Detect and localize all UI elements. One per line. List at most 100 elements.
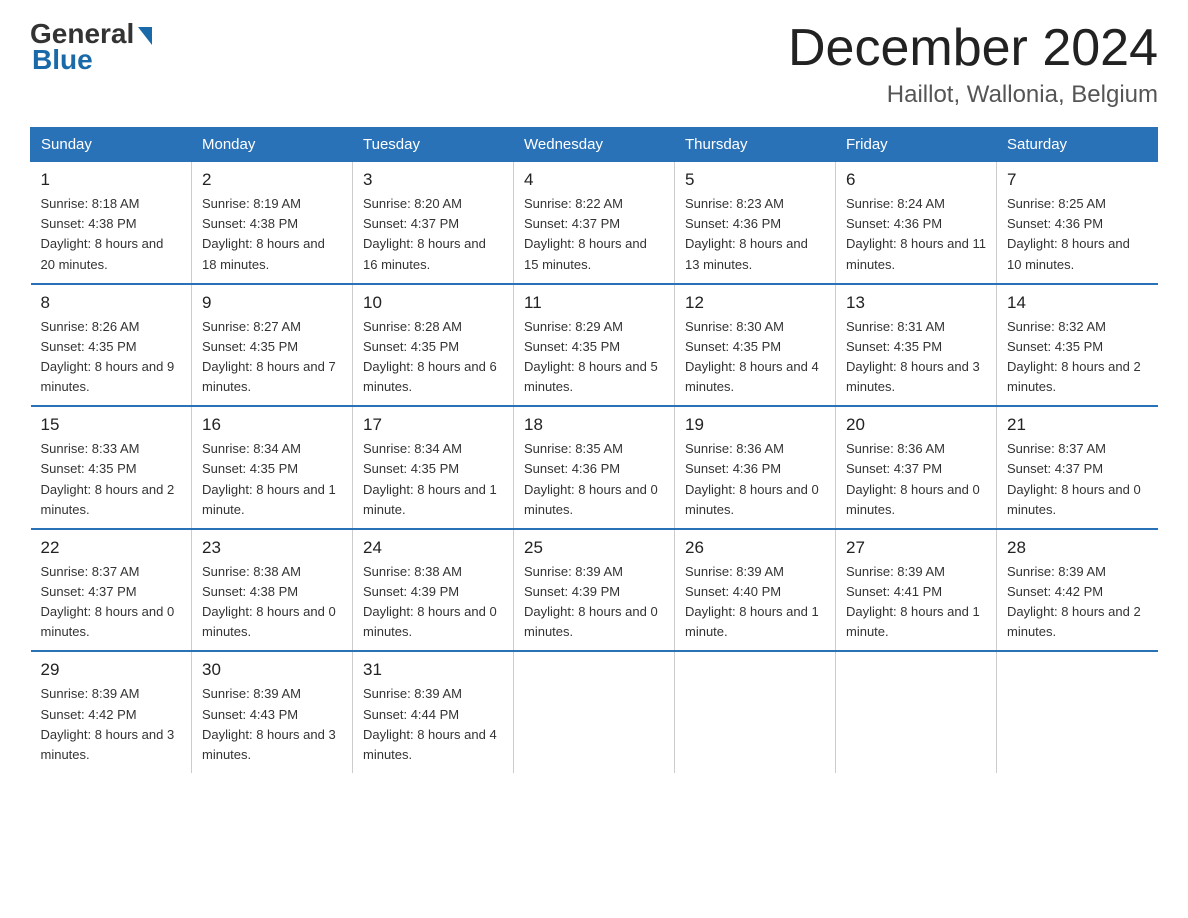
day-info: Sunrise: 8:39 AMSunset: 4:43 PMDaylight:… [202,686,336,761]
day-number: 6 [846,170,986,190]
day-number: 18 [524,415,664,435]
day-number: 25 [524,538,664,558]
month-year-title: December 2024 [788,20,1158,77]
day-info: Sunrise: 8:25 AMSunset: 4:36 PMDaylight:… [1007,196,1130,271]
day-info: Sunrise: 8:34 AMSunset: 4:35 PMDaylight:… [202,441,336,516]
day-info: Sunrise: 8:19 AMSunset: 4:38 PMDaylight:… [202,196,325,271]
day-number: 13 [846,293,986,313]
day-info: Sunrise: 8:24 AMSunset: 4:36 PMDaylight:… [846,196,986,271]
calendar-header-row: SundayMondayTuesdayWednesdayThursdayFrid… [31,128,1158,162]
day-number: 17 [363,415,503,435]
calendar-cell: 29 Sunrise: 8:39 AMSunset: 4:42 PMDaylig… [31,651,192,773]
day-number: 26 [685,538,825,558]
day-info: Sunrise: 8:28 AMSunset: 4:35 PMDaylight:… [363,319,497,394]
day-number: 11 [524,293,664,313]
day-info: Sunrise: 8:36 AMSunset: 4:36 PMDaylight:… [685,441,819,516]
day-number: 21 [1007,415,1148,435]
day-info: Sunrise: 8:37 AMSunset: 4:37 PMDaylight:… [41,564,175,639]
day-number: 4 [524,170,664,190]
calendar-cell: 12 Sunrise: 8:30 AMSunset: 4:35 PMDaylig… [675,284,836,407]
day-info: Sunrise: 8:33 AMSunset: 4:35 PMDaylight:… [41,441,175,516]
day-number: 27 [846,538,986,558]
title-block: December 2024 Haillot, Wallonia, Belgium [788,20,1158,109]
day-info: Sunrise: 8:39 AMSunset: 4:39 PMDaylight:… [524,564,658,639]
calendar-cell: 15 Sunrise: 8:33 AMSunset: 4:35 PMDaylig… [31,406,192,529]
day-info: Sunrise: 8:34 AMSunset: 4:35 PMDaylight:… [363,441,497,516]
day-info: Sunrise: 8:32 AMSunset: 4:35 PMDaylight:… [1007,319,1141,394]
header-tuesday: Tuesday [353,128,514,162]
calendar-cell [514,651,675,773]
day-info: Sunrise: 8:23 AMSunset: 4:36 PMDaylight:… [685,196,808,271]
header-thursday: Thursday [675,128,836,162]
day-number: 16 [202,415,342,435]
calendar-cell: 27 Sunrise: 8:39 AMSunset: 4:41 PMDaylig… [836,529,997,652]
calendar-cell: 28 Sunrise: 8:39 AMSunset: 4:42 PMDaylig… [997,529,1158,652]
day-number: 28 [1007,538,1148,558]
day-number: 7 [1007,170,1148,190]
header-monday: Monday [192,128,353,162]
calendar-cell: 5 Sunrise: 8:23 AMSunset: 4:36 PMDayligh… [675,162,836,284]
calendar-week-row: 15 Sunrise: 8:33 AMSunset: 4:35 PMDaylig… [31,406,1158,529]
calendar-cell: 16 Sunrise: 8:34 AMSunset: 4:35 PMDaylig… [192,406,353,529]
location-subtitle: Haillot, Wallonia, Belgium [788,81,1158,109]
calendar-cell: 20 Sunrise: 8:36 AMSunset: 4:37 PMDaylig… [836,406,997,529]
calendar-cell: 8 Sunrise: 8:26 AMSunset: 4:35 PMDayligh… [31,284,192,407]
logo-blue-text: Blue [32,44,93,76]
day-number: 1 [41,170,182,190]
calendar-cell: 19 Sunrise: 8:36 AMSunset: 4:36 PMDaylig… [675,406,836,529]
calendar-week-row: 29 Sunrise: 8:39 AMSunset: 4:42 PMDaylig… [31,651,1158,773]
day-number: 19 [685,415,825,435]
header-saturday: Saturday [997,128,1158,162]
logo: General Blue [30,20,152,76]
calendar-cell: 22 Sunrise: 8:37 AMSunset: 4:37 PMDaylig… [31,529,192,652]
calendar-cell: 13 Sunrise: 8:31 AMSunset: 4:35 PMDaylig… [836,284,997,407]
day-number: 24 [363,538,503,558]
calendar-cell: 25 Sunrise: 8:39 AMSunset: 4:39 PMDaylig… [514,529,675,652]
calendar-cell: 2 Sunrise: 8:19 AMSunset: 4:38 PMDayligh… [192,162,353,284]
day-number: 23 [202,538,342,558]
calendar-cell: 31 Sunrise: 8:39 AMSunset: 4:44 PMDaylig… [353,651,514,773]
calendar-cell: 14 Sunrise: 8:32 AMSunset: 4:35 PMDaylig… [997,284,1158,407]
day-info: Sunrise: 8:26 AMSunset: 4:35 PMDaylight:… [41,319,175,394]
day-number: 9 [202,293,342,313]
day-number: 20 [846,415,986,435]
calendar-cell [836,651,997,773]
day-info: Sunrise: 8:38 AMSunset: 4:39 PMDaylight:… [363,564,497,639]
calendar-week-row: 22 Sunrise: 8:37 AMSunset: 4:37 PMDaylig… [31,529,1158,652]
day-info: Sunrise: 8:38 AMSunset: 4:38 PMDaylight:… [202,564,336,639]
day-number: 30 [202,660,342,680]
calendar-cell: 11 Sunrise: 8:29 AMSunset: 4:35 PMDaylig… [514,284,675,407]
day-number: 5 [685,170,825,190]
calendar-week-row: 1 Sunrise: 8:18 AMSunset: 4:38 PMDayligh… [31,162,1158,284]
day-number: 29 [41,660,182,680]
day-info: Sunrise: 8:39 AMSunset: 4:44 PMDaylight:… [363,686,497,761]
day-info: Sunrise: 8:39 AMSunset: 4:40 PMDaylight:… [685,564,819,639]
day-info: Sunrise: 8:35 AMSunset: 4:36 PMDaylight:… [524,441,658,516]
day-number: 8 [41,293,182,313]
day-info: Sunrise: 8:39 AMSunset: 4:42 PMDaylight:… [41,686,175,761]
day-info: Sunrise: 8:31 AMSunset: 4:35 PMDaylight:… [846,319,980,394]
calendar-cell: 24 Sunrise: 8:38 AMSunset: 4:39 PMDaylig… [353,529,514,652]
day-number: 14 [1007,293,1148,313]
day-number: 15 [41,415,182,435]
calendar-cell: 21 Sunrise: 8:37 AMSunset: 4:37 PMDaylig… [997,406,1158,529]
calendar-cell: 4 Sunrise: 8:22 AMSunset: 4:37 PMDayligh… [514,162,675,284]
calendar-cell: 26 Sunrise: 8:39 AMSunset: 4:40 PMDaylig… [675,529,836,652]
calendar-cell: 7 Sunrise: 8:25 AMSunset: 4:36 PMDayligh… [997,162,1158,284]
day-info: Sunrise: 8:36 AMSunset: 4:37 PMDaylight:… [846,441,980,516]
day-number: 22 [41,538,182,558]
calendar-cell: 6 Sunrise: 8:24 AMSunset: 4:36 PMDayligh… [836,162,997,284]
calendar-cell [997,651,1158,773]
calendar-cell: 17 Sunrise: 8:34 AMSunset: 4:35 PMDaylig… [353,406,514,529]
day-info: Sunrise: 8:20 AMSunset: 4:37 PMDaylight:… [363,196,486,271]
day-number: 2 [202,170,342,190]
header-friday: Friday [836,128,997,162]
calendar-table: SundayMondayTuesdayWednesdayThursdayFrid… [30,127,1158,773]
day-info: Sunrise: 8:18 AMSunset: 4:38 PMDaylight:… [41,196,164,271]
calendar-cell: 18 Sunrise: 8:35 AMSunset: 4:36 PMDaylig… [514,406,675,529]
calendar-cell: 10 Sunrise: 8:28 AMSunset: 4:35 PMDaylig… [353,284,514,407]
calendar-week-row: 8 Sunrise: 8:26 AMSunset: 4:35 PMDayligh… [31,284,1158,407]
calendar-cell: 9 Sunrise: 8:27 AMSunset: 4:35 PMDayligh… [192,284,353,407]
day-number: 31 [363,660,503,680]
day-number: 12 [685,293,825,313]
